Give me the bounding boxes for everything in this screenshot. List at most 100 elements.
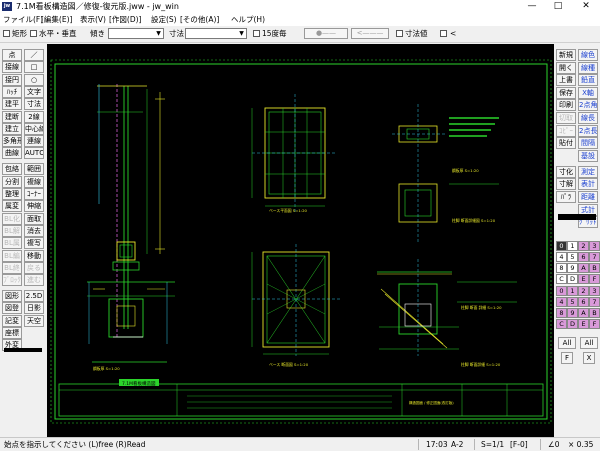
tool-button[interactable]: 日影	[24, 302, 44, 315]
tool-button[interactable]: 印刷	[556, 99, 576, 112]
tool-button[interactable]: 切取	[556, 112, 576, 124]
layer-button[interactable]: D	[567, 274, 578, 284]
layer-button[interactable]: F	[589, 274, 600, 284]
layer-group-button[interactable]: C	[556, 319, 567, 329]
rect-checkbox[interactable]	[3, 30, 10, 37]
layer-group-button[interactable]: E	[578, 319, 589, 329]
tool-button[interactable]: 進む	[24, 274, 44, 287]
minimize-button[interactable]: —	[520, 0, 544, 13]
layer-x-button[interactable]: X	[583, 352, 595, 364]
layer-group-button[interactable]: 7	[589, 297, 600, 307]
layer-button[interactable]: C	[556, 274, 567, 284]
drawing-canvas[interactable]: 鋼板厚 S=1:20 ベース平面図 S=1:20 鋼板厚 S=1:20 柱脚 断…	[47, 44, 554, 437]
tool-button[interactable]: 開く	[556, 61, 576, 74]
layer-all-button[interactable]: All	[558, 337, 576, 349]
tool-button[interactable]: 2点長	[578, 124, 598, 137]
tool-button[interactable]: 建立	[2, 122, 22, 135]
tool-button[interactable]: BL編	[2, 249, 22, 262]
tool-button[interactable]: 接円	[2, 73, 22, 86]
tool-button[interactable]: BL終	[2, 261, 22, 274]
maximize-button[interactable]: □	[546, 0, 570, 13]
layer-button[interactable]: E	[578, 274, 589, 284]
tool-button[interactable]: 中心線	[24, 122, 44, 135]
tool-button[interactable]: ｺﾋﾟｰ	[556, 124, 576, 137]
layer-group-button[interactable]: B	[589, 308, 600, 318]
tool-button[interactable]: BL属	[2, 237, 22, 250]
tool-button[interactable]: 図登	[2, 302, 22, 315]
tool-button[interactable]: 建平	[2, 98, 22, 111]
status-ratio[interactable]: S=1/1	[481, 439, 504, 450]
status-paper[interactable]: A-2	[451, 439, 463, 450]
layer-group-button[interactable]: A	[578, 308, 589, 318]
layer-button[interactable]: 0	[556, 241, 567, 251]
tool-button[interactable]: 属変	[2, 200, 22, 213]
layer-button[interactable]: 4	[556, 252, 567, 262]
tool-button[interactable]: BL解	[2, 224, 22, 237]
tool-button[interactable]: 上書	[556, 74, 576, 87]
color-swatch[interactable]	[558, 214, 596, 220]
tool-button[interactable]: 記変	[2, 314, 22, 327]
line-type-b-button[interactable]: <———	[351, 28, 389, 39]
layer-group-button[interactable]: 8	[556, 308, 567, 318]
tool-button[interactable]: 保存	[556, 86, 576, 99]
menu-view[interactable]: 表示(V)	[80, 13, 106, 26]
tool-button[interactable]: 距離	[578, 191, 598, 203]
tool-button[interactable]: ○	[24, 73, 44, 86]
tool-button[interactable]: 2.5D	[24, 290, 44, 303]
layer-button[interactable]: 5	[567, 252, 578, 262]
tool-button[interactable]: 貼付	[556, 137, 576, 150]
status-zoom[interactable]: × 0.35	[568, 439, 593, 450]
layer-group-button[interactable]: 2	[578, 286, 589, 296]
tool-button[interactable]: 建断	[2, 110, 22, 123]
layer-button[interactable]: 6	[578, 252, 589, 262]
layer-button[interactable]: 1	[567, 241, 578, 251]
menu-other[interactable]: [その他(A)]	[180, 13, 219, 26]
tool-button[interactable]: 多角形	[2, 135, 22, 148]
tool-button[interactable]: ﾊｯﾁ	[2, 85, 22, 98]
tool-button[interactable]: 文字	[24, 85, 44, 98]
tool-button[interactable]: 曲線	[2, 147, 22, 160]
menu-draw[interactable]: [作図(D)]	[109, 13, 141, 26]
tool-button[interactable]: 2点角	[578, 99, 598, 112]
slope-combo[interactable]: ▼	[108, 28, 164, 39]
layer-f-button[interactable]: F	[561, 352, 573, 364]
dimval-checkbox[interactable]	[396, 30, 403, 37]
tool-button[interactable]: 座標	[2, 327, 22, 339]
status-layer[interactable]: [F-0]	[510, 439, 528, 450]
tool-button[interactable]: 整理	[2, 188, 22, 200]
tool-button[interactable]: 範囲	[24, 163, 44, 176]
tool-button[interactable]: 2線	[24, 110, 44, 123]
tool-button[interactable]: 面取	[24, 212, 44, 225]
tool-button[interactable]: 移動	[24, 249, 44, 262]
layer-button[interactable]: 2	[578, 241, 589, 251]
layer-group-button[interactable]: 1	[567, 286, 578, 296]
tool-button[interactable]: 消去	[24, 224, 44, 237]
tool-button[interactable]: 連線	[24, 135, 44, 148]
layer-button[interactable]: A	[578, 263, 589, 273]
line-type-a-button[interactable]: ●——	[304, 28, 348, 39]
lt-checkbox[interactable]	[440, 30, 447, 37]
layer-group-button[interactable]: 4	[556, 297, 567, 307]
tool-button[interactable]: 寸解	[556, 178, 576, 191]
menu-settings[interactable]: 設定(S)	[151, 13, 177, 26]
tool-button[interactable]: 伸縮	[24, 200, 44, 213]
layer-button[interactable]: 9	[567, 263, 578, 273]
tool-button[interactable]: 線種	[578, 61, 598, 74]
tool-button[interactable]: 寸法	[24, 98, 44, 111]
deg15-checkbox[interactable]	[253, 30, 260, 37]
line-sample-swatch[interactable]	[4, 348, 42, 352]
tool-button[interactable]: ｺｰﾅｰ	[24, 188, 44, 200]
layer-group-button[interactable]: 5	[567, 297, 578, 307]
menu-file[interactable]: ファイル(F)	[3, 13, 43, 26]
tool-button[interactable]: ﾌﾞﾛｯｸ	[2, 274, 22, 287]
tool-button[interactable]: 包絡	[2, 163, 22, 176]
hv-checkbox[interactable]	[30, 30, 37, 37]
layer-group-button[interactable]: D	[567, 319, 578, 329]
tool-button[interactable]: X軸	[578, 86, 598, 99]
layer-group-button[interactable]: 6	[578, 297, 589, 307]
layer-group-button[interactable]: 0	[556, 286, 567, 296]
layer-group-button[interactable]: F	[589, 319, 600, 329]
tool-button[interactable]: 点	[2, 49, 22, 61]
tool-button[interactable]: 間隔	[578, 137, 598, 150]
tool-button[interactable]: 図形	[2, 290, 22, 303]
